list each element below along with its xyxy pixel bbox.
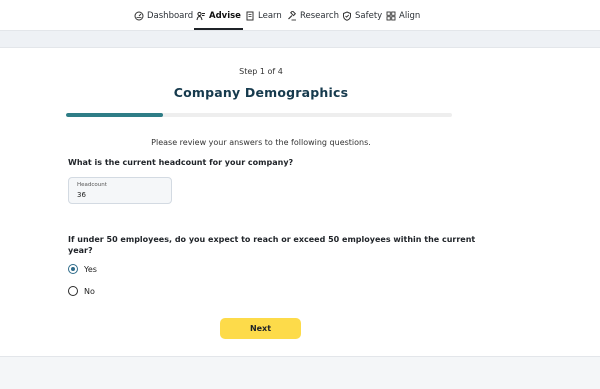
progress-bar [66,113,452,117]
page-title: Company Demographics [173,85,349,100]
next-button[interactable]: Next [220,318,301,339]
radio-no-indicator[interactable] [68,286,78,296]
step-indicator: Step 1 of 4 [239,67,283,76]
nav-label-advise: Advise [209,10,241,21]
headcount-field[interactable]: Headcount 36 [68,177,172,204]
nav-label-research: Research [300,10,339,21]
wizard-card: Step 1 of 4 Company Demographics Please … [0,48,600,357]
nav-item-advise[interactable]: Advise [194,0,243,31]
headcount-label: Headcount [77,182,107,188]
nav-label-learn: Learn [258,10,282,21]
nav-item-learn[interactable]: Learn [245,0,282,31]
question-headcount: What is the current headcount for your c… [68,158,294,167]
shield-icon [342,10,352,21]
progress-bar-fill [66,113,163,117]
gavel-icon [287,10,297,21]
nav-label-dashboard: Dashboard [147,10,194,21]
radio-no[interactable]: No [68,286,95,296]
nav-item-research[interactable]: Research [287,0,339,31]
question-growth: If under 50 employees, do you expect to … [68,235,476,255]
radio-yes[interactable]: Yes [68,264,97,274]
nav-label-align: Align [399,10,421,21]
grid-icon [386,11,396,21]
nav-item-align[interactable]: Align [386,0,420,31]
dashboard-icon [134,11,144,21]
headcount-value[interactable]: 36 [77,191,86,199]
nav-item-dashboard[interactable]: Dashboard [134,0,193,31]
nav-item-safety[interactable]: Safety [342,0,382,31]
top-nav: Dashboard Advise Learn Research Safety A… [0,0,600,31]
sub-header-bar [0,31,600,48]
intro-text: Please review your answers to the follow… [151,138,371,147]
radio-no-label: No [84,286,95,296]
book-icon [245,11,255,21]
radio-yes-indicator[interactable] [68,264,78,274]
radio-yes-label: Yes [84,264,97,274]
advise-icon [196,11,206,21]
nav-label-safety: Safety [355,10,383,21]
